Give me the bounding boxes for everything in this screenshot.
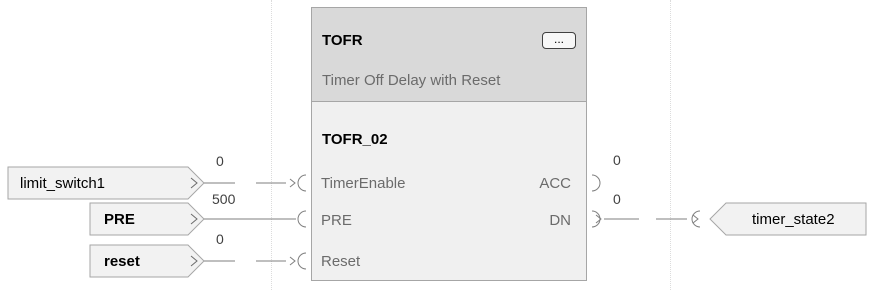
block-description: Timer Off Delay with Reset [322, 72, 501, 89]
pin-label-dn: DN [549, 212, 571, 229]
block-type-name: TOFR [322, 32, 363, 49]
pin-reset-connector [297, 252, 307, 270]
wire-value-pre: 500 [212, 191, 236, 207]
output-tag-timer-state2[interactable]: timer_state2 [752, 211, 835, 228]
block-header: TOFR ... Timer Off Delay with Reset [312, 8, 586, 102]
pin-acc-connector [591, 174, 601, 192]
wire-value-dn: 0 [613, 191, 621, 207]
pin-timerenable-connector [297, 174, 307, 192]
input-tag-reset[interactable]: reset [104, 253, 140, 270]
tofr-function-block[interactable]: TOFR ... Timer Off Delay with Reset TOFR… [311, 7, 587, 281]
pin-pre-connector [297, 210, 307, 228]
pin-label-reset: Reset [321, 253, 361, 270]
pin-label-acc: ACC [539, 175, 571, 192]
input-tag-pre[interactable]: PRE [104, 211, 135, 228]
pin-dn-connector [591, 210, 601, 228]
block-properties-button[interactable]: ... [542, 32, 576, 49]
wire-value-acc: 0 [613, 152, 621, 168]
wire-value-timer-enable: 0 [216, 153, 224, 169]
wire-value-reset: 0 [216, 231, 224, 247]
input-tag-limit-switch1[interactable]: limit_switch1 [20, 175, 105, 192]
pin-label-timerenable: TimerEnable [321, 175, 406, 192]
block-tag-name[interactable]: TOFR_02 [322, 131, 388, 148]
pin-label-pre: PRE [321, 212, 352, 229]
